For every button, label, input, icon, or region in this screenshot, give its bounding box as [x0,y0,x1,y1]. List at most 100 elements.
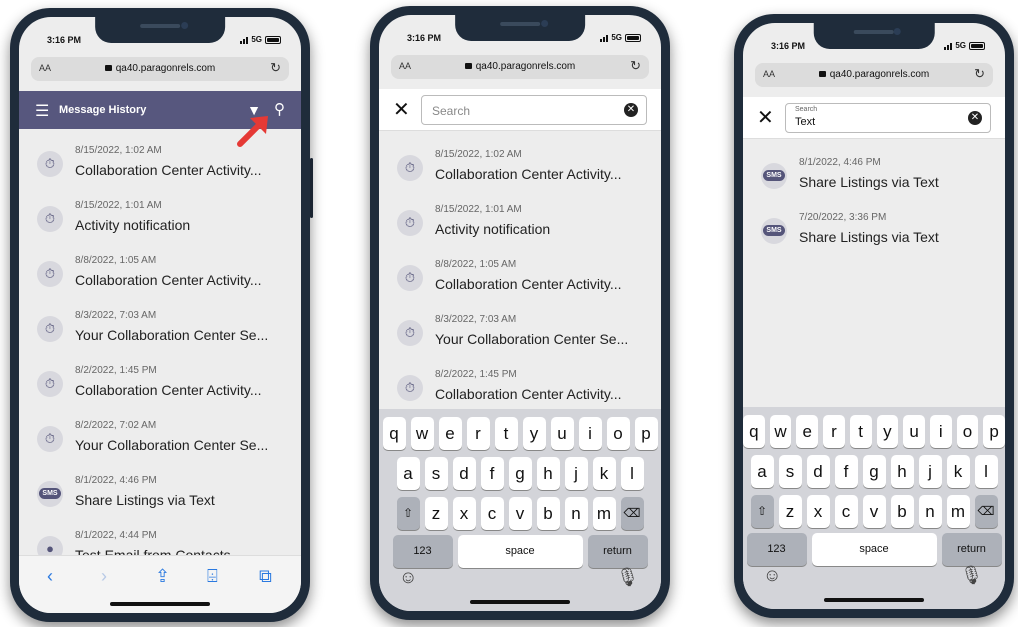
space-key[interactable]: space [457,535,583,568]
key[interactable]: t [849,415,872,448]
key[interactable]: k [592,457,616,490]
reload-icon[interactable]: ↻ [630,58,641,74]
key[interactable]: w [410,417,434,450]
microphone-icon[interactable]: 🎙 [616,567,639,588]
message-list-item[interactable]: ⏱ 8/3/2022, 7:03 AM Your Collaboration Cen… [379,304,661,359]
key[interactable]: b [536,497,560,530]
key[interactable]: c [834,495,858,528]
key[interactable]: a [750,455,774,488]
key[interactable]: t [494,417,518,450]
key[interactable]: j [564,457,588,490]
forward-icon[interactable]: › [101,566,107,587]
key[interactable]: o [956,415,979,448]
message-list-item[interactable]: ⏱ 8/15/2022, 1:01 AM Activity notification [19,190,301,245]
numbers-key[interactable]: 123 [392,535,453,568]
key[interactable]: f [834,455,858,488]
backspace-key-icon[interactable]: ⌫ [974,495,998,528]
back-icon[interactable]: ‹ [47,566,53,587]
address-bar[interactable]: AA qa40.paragonrels.com ↻ [391,55,649,79]
message-list-item[interactable]: SMS 7/20/2022, 3:36 PM Share Listings via … [743,202,1005,257]
key[interactable]: l [974,455,998,488]
tabs-icon[interactable]: ⧉ [259,566,272,587]
key[interactable]: g [862,455,886,488]
message-list-item[interactable]: ⏱ 8/3/2022, 7:03 AM Your Collaboration Cen… [19,300,301,355]
key[interactable]: d [452,457,476,490]
key[interactable]: f [480,457,504,490]
key[interactable]: l [620,457,644,490]
key[interactable]: s [424,457,448,490]
reload-icon[interactable]: ↻ [974,66,985,82]
message-list-item[interactable]: ⏱ 8/15/2022, 1:01 AM Activity notification [379,194,661,249]
key[interactable]: h [536,457,560,490]
key[interactable]: c [480,497,504,530]
key[interactable]: i [929,415,952,448]
key[interactable]: e [438,417,462,450]
message-list-item[interactable]: ⏱ 8/2/2022, 1:45 PM Collaboration Center A… [379,359,661,414]
key[interactable]: r [466,417,490,450]
message-list-item[interactable]: ⏱ 8/8/2022, 1:05 AM Collaboration Center A… [19,245,301,300]
key[interactable]: a [396,457,420,490]
reload-icon[interactable]: ↻ [270,60,281,76]
key[interactable]: g [508,457,532,490]
emoji-icon[interactable]: ☺ [399,567,417,588]
message-list-item[interactable]: ⏱ 8/2/2022, 1:45 PM Collaboration Center A… [19,355,301,410]
key[interactable]: v [862,495,886,528]
key[interactable]: m [592,497,616,530]
shift-key-icon[interactable]: ⇧ [396,497,420,530]
message-list-item[interactable]: SMS 8/1/2022, 4:46 PM Share Listings via T… [19,465,301,520]
key[interactable]: j [918,455,942,488]
bookmarks-icon[interactable]: ⌹ [207,566,218,587]
key[interactable]: i [578,417,602,450]
key[interactable]: r [823,415,845,448]
key[interactable]: v [508,497,532,530]
key[interactable]: u [903,415,925,448]
message-list-item[interactable]: ⏱ 8/15/2022, 1:02 AM Collaboration Center … [379,139,661,194]
search-input[interactable]: Search ✕ [421,95,647,125]
share-icon[interactable]: ⇪ [155,566,170,587]
key[interactable]: y [876,415,899,448]
numbers-key[interactable]: 123 [746,533,807,566]
key[interactable]: e [796,415,819,448]
space-key[interactable]: space [811,533,937,566]
message-list-item[interactable]: SMS 8/1/2022, 4:46 PM Share Listings via T… [743,147,1005,202]
hamburger-menu-icon[interactable]: ☰ [35,101,49,121]
address-bar[interactable]: AA qa40.paragonrels.com ↻ [755,63,993,87]
search-icon[interactable]: ⚲ [274,100,285,118]
phone-search-empty: 3:16 PM 5G AA qa40.paragonrels.com ↻ ✕ S… [370,6,670,620]
key[interactable]: z [778,495,802,528]
key[interactable]: d [806,455,830,488]
key[interactable]: x [806,495,830,528]
key[interactable]: z [424,497,448,530]
message-date: 8/1/2022, 4:46 PM [75,475,157,486]
emoji-icon[interactable]: ☺ [763,565,781,586]
shift-key-icon[interactable]: ⇧ [750,495,774,528]
address-bar[interactable]: AA qa40.paragonrels.com ↻ [31,57,289,81]
key[interactable]: y [522,417,546,450]
key[interactable]: n [564,497,588,530]
key[interactable]: q [382,417,406,450]
close-icon[interactable]: ✕ [393,97,410,122]
key[interactable]: m [946,495,970,528]
key[interactable]: h [890,455,914,488]
return-key[interactable]: return [941,533,1002,566]
key[interactable]: k [946,455,970,488]
close-icon[interactable]: ✕ [757,105,774,130]
clear-search-icon[interactable]: ✕ [624,103,638,117]
key[interactable]: o [606,417,630,450]
key[interactable]: p [983,415,1005,448]
microphone-icon[interactable]: 🎙 [960,565,983,586]
key[interactable]: n [918,495,942,528]
key[interactable]: b [890,495,914,528]
message-list-item[interactable]: ⏱ 8/8/2022, 1:05 AM Collaboration Center A… [379,249,661,304]
key[interactable]: w [769,415,792,448]
key[interactable]: s [778,455,802,488]
message-list-item[interactable]: ⏱ 8/2/2022, 7:02 AM Your Collaboration Cen… [19,410,301,465]
key[interactable]: u [550,417,574,450]
clear-search-icon[interactable]: ✕ [968,111,982,125]
backspace-key-icon[interactable]: ⌫ [620,497,644,530]
key[interactable]: q [743,415,765,448]
key[interactable]: x [452,497,476,530]
key[interactable]: p [634,417,658,450]
return-key[interactable]: return [587,535,648,568]
search-input[interactable]: Search Text ✕ [785,103,991,133]
